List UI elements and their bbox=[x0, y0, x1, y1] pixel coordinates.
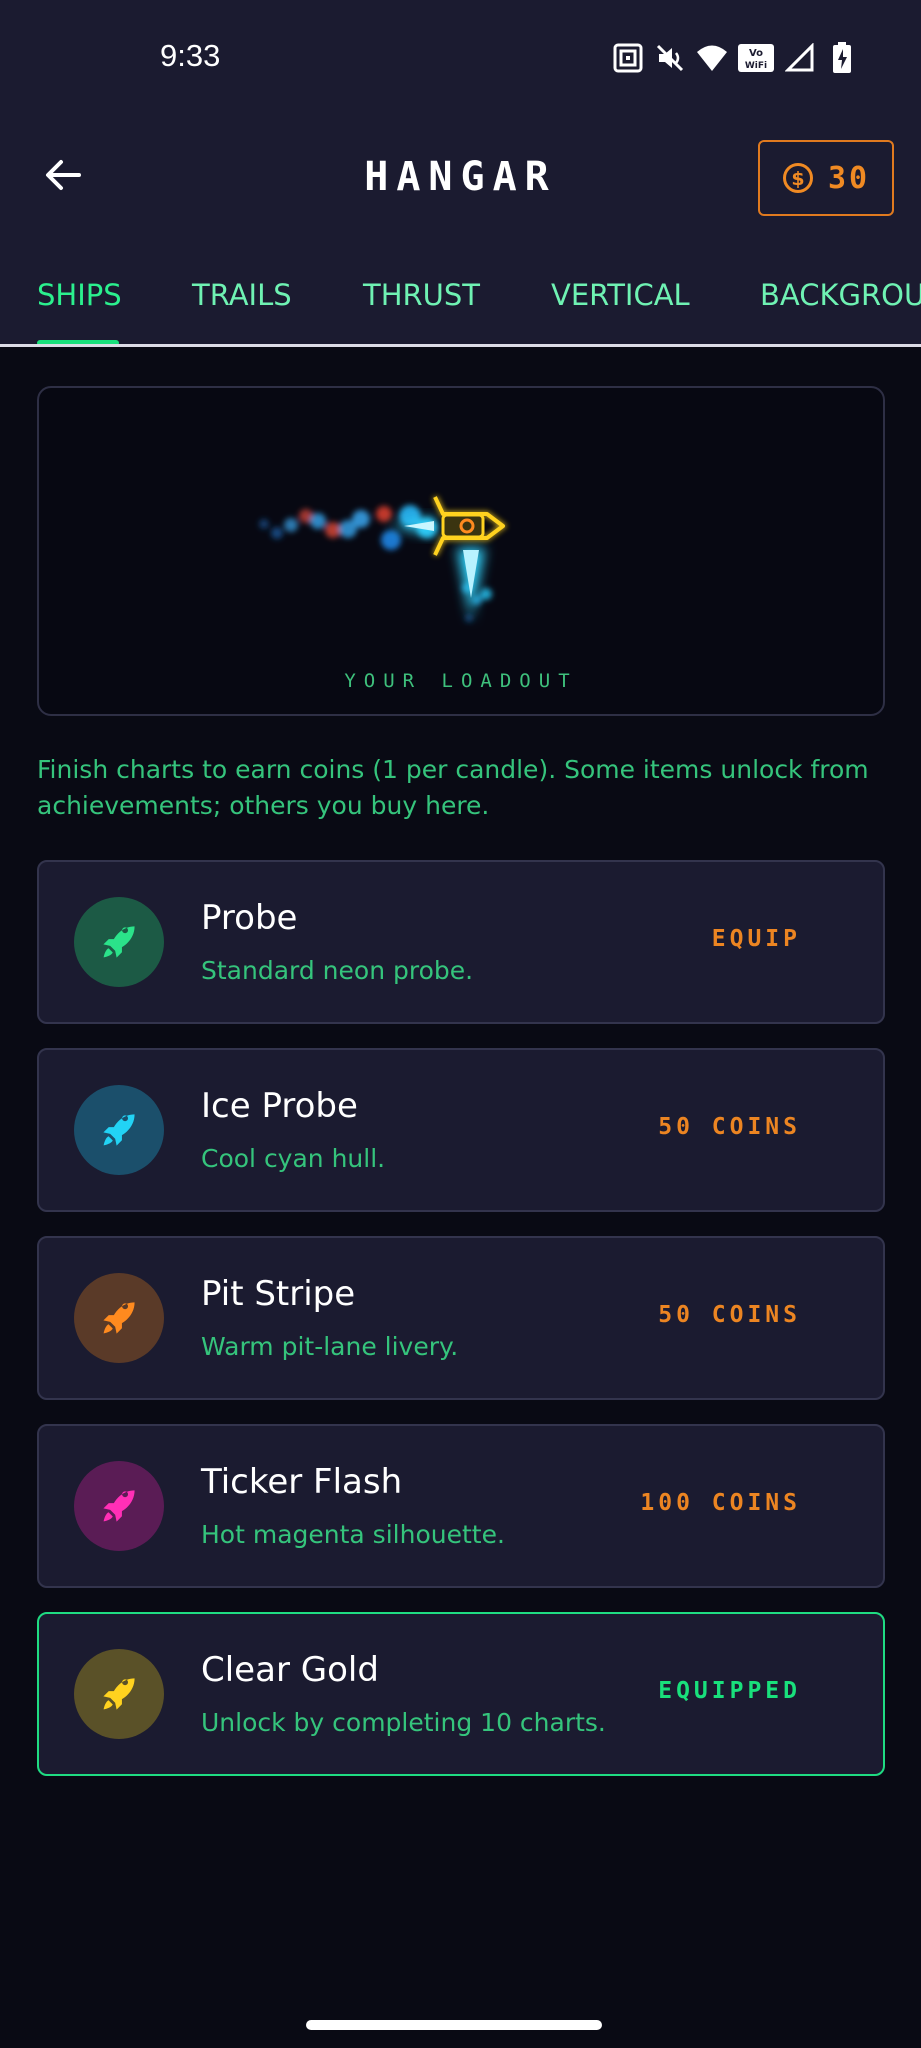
home-indicator[interactable] bbox=[306, 2020, 602, 2030]
vowifi-icon: Vo WiFi bbox=[738, 42, 774, 74]
coin-balance-button[interactable]: $ 30 bbox=[758, 140, 894, 216]
ship-avatar bbox=[74, 1085, 164, 1175]
tabs-divider bbox=[0, 344, 921, 347]
svg-text:Vo: Vo bbox=[749, 48, 763, 59]
mute-icon bbox=[654, 42, 686, 74]
ship-item-ticker-flash[interactable]: Ticker Flash Hot magenta silhouette. 100… bbox=[37, 1424, 885, 1588]
ship-avatar bbox=[74, 1461, 164, 1551]
item-name: Pit Stripe bbox=[201, 1274, 356, 1314]
rocket-icon bbox=[103, 1678, 135, 1710]
tab-trails[interactable]: TRAILS bbox=[192, 278, 292, 312]
equipped-status: EQUIPPED bbox=[658, 1678, 801, 1704]
item-name: Probe bbox=[201, 898, 298, 938]
battery-charging-icon bbox=[826, 42, 858, 74]
item-name: Ice Probe bbox=[201, 1086, 358, 1126]
tab-ships[interactable]: SHIPS bbox=[37, 278, 122, 312]
rocket-icon bbox=[103, 1302, 135, 1334]
ship-preview-graphic bbox=[259, 495, 508, 622]
loadout-label: YOUR LOADOUT bbox=[344, 670, 578, 692]
item-description: Standard neon probe. bbox=[201, 956, 474, 985]
buy-button[interactable]: 100 COINS bbox=[640, 1490, 801, 1516]
item-description: Hot magenta silhouette. bbox=[201, 1520, 505, 1549]
ship-avatar bbox=[74, 1649, 164, 1739]
equip-button[interactable]: EQUIP bbox=[712, 926, 801, 952]
item-description: Cool cyan hull. bbox=[201, 1144, 386, 1173]
ship-item-pit-stripe[interactable]: Pit Stripe Warm pit-lane livery. 50 COIN… bbox=[37, 1236, 885, 1400]
coin-count: 30 bbox=[827, 160, 871, 196]
rocket-icon bbox=[103, 926, 135, 958]
status-icons: Vo WiFi bbox=[612, 40, 858, 76]
category-tabs: SHIPS TRAILS THRUST VERTICAL BACKGROUND bbox=[0, 260, 921, 346]
svg-text:WiFi: WiFi bbox=[745, 61, 767, 71]
tab-background[interactable]: BACKGROUND bbox=[760, 278, 921, 312]
rocket-icon bbox=[103, 1114, 135, 1146]
ship-item-probe[interactable]: Probe Standard neon probe. EQUIP bbox=[37, 860, 885, 1024]
status-bar: 9:33 Vo WiFi bbox=[0, 0, 921, 115]
loadout-preview: YOUR LOADOUT bbox=[37, 386, 885, 716]
info-text: Finish charts to earn coins (1 per candl… bbox=[37, 755, 869, 820]
item-description: Unlock by completing 10 charts. bbox=[201, 1708, 606, 1737]
nfc-icon bbox=[612, 42, 644, 74]
item-description: Warm pit-lane livery. bbox=[201, 1332, 459, 1361]
ship-avatar bbox=[74, 897, 164, 987]
tab-thrust[interactable]: THRUST bbox=[363, 278, 480, 312]
tab-vertical[interactable]: VERTICAL bbox=[551, 278, 690, 312]
status-time: 9:33 bbox=[160, 38, 221, 73]
coin-icon: $ bbox=[782, 163, 813, 193]
item-name: Ticker Flash bbox=[201, 1462, 403, 1502]
item-name: Clear Gold bbox=[201, 1650, 379, 1690]
top-app-bar: 9:33 Vo WiFi HANGAR $ 30 SHIPS TRAILS TH… bbox=[0, 0, 921, 347]
signal-icon bbox=[784, 42, 816, 74]
buy-button[interactable]: 50 COINS bbox=[658, 1114, 801, 1140]
ship-item-ice-probe[interactable]: Ice Probe Cool cyan hull. 50 COINS bbox=[37, 1048, 885, 1212]
rocket-icon bbox=[103, 1490, 135, 1522]
wifi-icon bbox=[696, 42, 728, 74]
svg-text:$: $ bbox=[791, 168, 804, 190]
header: HANGAR $ 30 bbox=[0, 130, 921, 230]
buy-button[interactable]: 50 COINS bbox=[658, 1302, 801, 1328]
ship-item-clear-gold[interactable]: Clear Gold Unlock by completing 10 chart… bbox=[37, 1612, 885, 1776]
ship-avatar bbox=[74, 1273, 164, 1363]
